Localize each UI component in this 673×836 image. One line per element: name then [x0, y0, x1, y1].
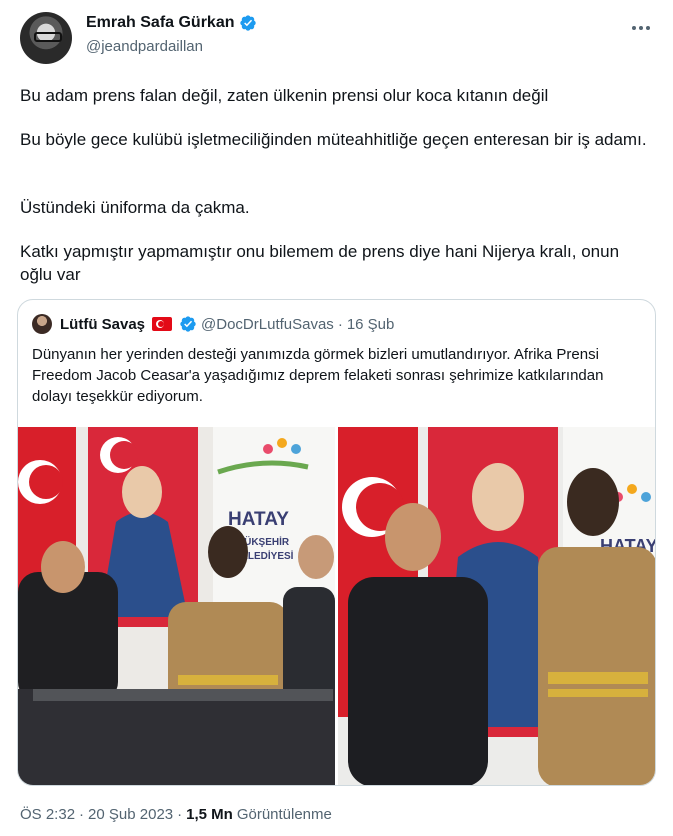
quoted-handle: @DocDrLutfuSavas	[201, 315, 334, 333]
tweet-meta: ÖS 2:32 · 20 Şub 2023 · 1,5 Mn Görüntüle…	[20, 806, 332, 823]
quoted-avatar	[32, 314, 52, 334]
tweet: Emrah Safa Gürkan @jeandpardaillan Bu ad…	[0, 0, 673, 836]
views-count: 1,5 Mn	[186, 806, 233, 823]
tweet-paragraph: Bu böyle gece kulübü işletmeciliğinden m…	[20, 130, 647, 149]
tweet-paragraph: Bu adam prens falan değil, zaten ülkenin…	[20, 86, 549, 105]
quoted-photo-left[interactable]: HATAY BÜYÜKŞEHİR BELEDİYESİ	[18, 427, 335, 785]
tweet-paragraph: Katkı yapmıştır yapmamıştır onu bilemem …	[20, 242, 620, 284]
quoted-photo-right[interactable]: HATAY	[338, 427, 655, 785]
tweet-date[interactable]: 20 Şub 2023	[88, 806, 173, 823]
quoted-tweet-header: Lütfü Savaş @DocDrLutfuSavas · 16 Şub	[32, 314, 394, 334]
tweet-paragraph: Üstündeki üniforma da çakma.	[20, 198, 250, 217]
meta-separator: ·	[79, 806, 85, 823]
photo-left-illustration: HATAY BÜYÜKŞEHİR BELEDİYESİ	[18, 427, 335, 785]
turkish-flag-icon	[152, 317, 173, 331]
photo-right-illustration: HATAY	[338, 427, 655, 785]
more-dot-icon	[632, 26, 636, 30]
tweet-header: Emrah Safa Gürkan @jeandpardaillan	[16, 10, 657, 66]
quoted-separator: ·	[337, 315, 343, 333]
quoted-display-name: Lütfü Savaş	[60, 315, 146, 333]
author-handle[interactable]: @jeandpardaillan	[86, 38, 203, 55]
more-dot-icon	[646, 26, 650, 30]
avatar[interactable]	[20, 12, 72, 64]
meta-separator: ·	[177, 806, 183, 823]
quoted-text: Dünyanın her yerinden desteği yanımızda …	[32, 346, 604, 405]
sign-line-1: HATAY	[228, 509, 289, 530]
verified-badge-icon	[180, 316, 196, 332]
more-options-button[interactable]	[629, 16, 653, 40]
author-display-name[interactable]: Emrah Safa Gürkan	[86, 14, 235, 32]
tweet-time[interactable]: ÖS 2:32	[20, 806, 75, 823]
views-label: Görüntülenme	[236, 806, 332, 823]
more-dot-icon	[639, 26, 643, 30]
quoted-tweet[interactable]: Lütfü Savaş @DocDrLutfuSavas · 16 Şub Dü…	[17, 299, 656, 786]
quoted-date: 16 Şub	[346, 315, 395, 333]
author-name-row[interactable]: Emrah Safa Gürkan	[86, 14, 257, 32]
verified-badge-icon	[239, 15, 256, 31]
